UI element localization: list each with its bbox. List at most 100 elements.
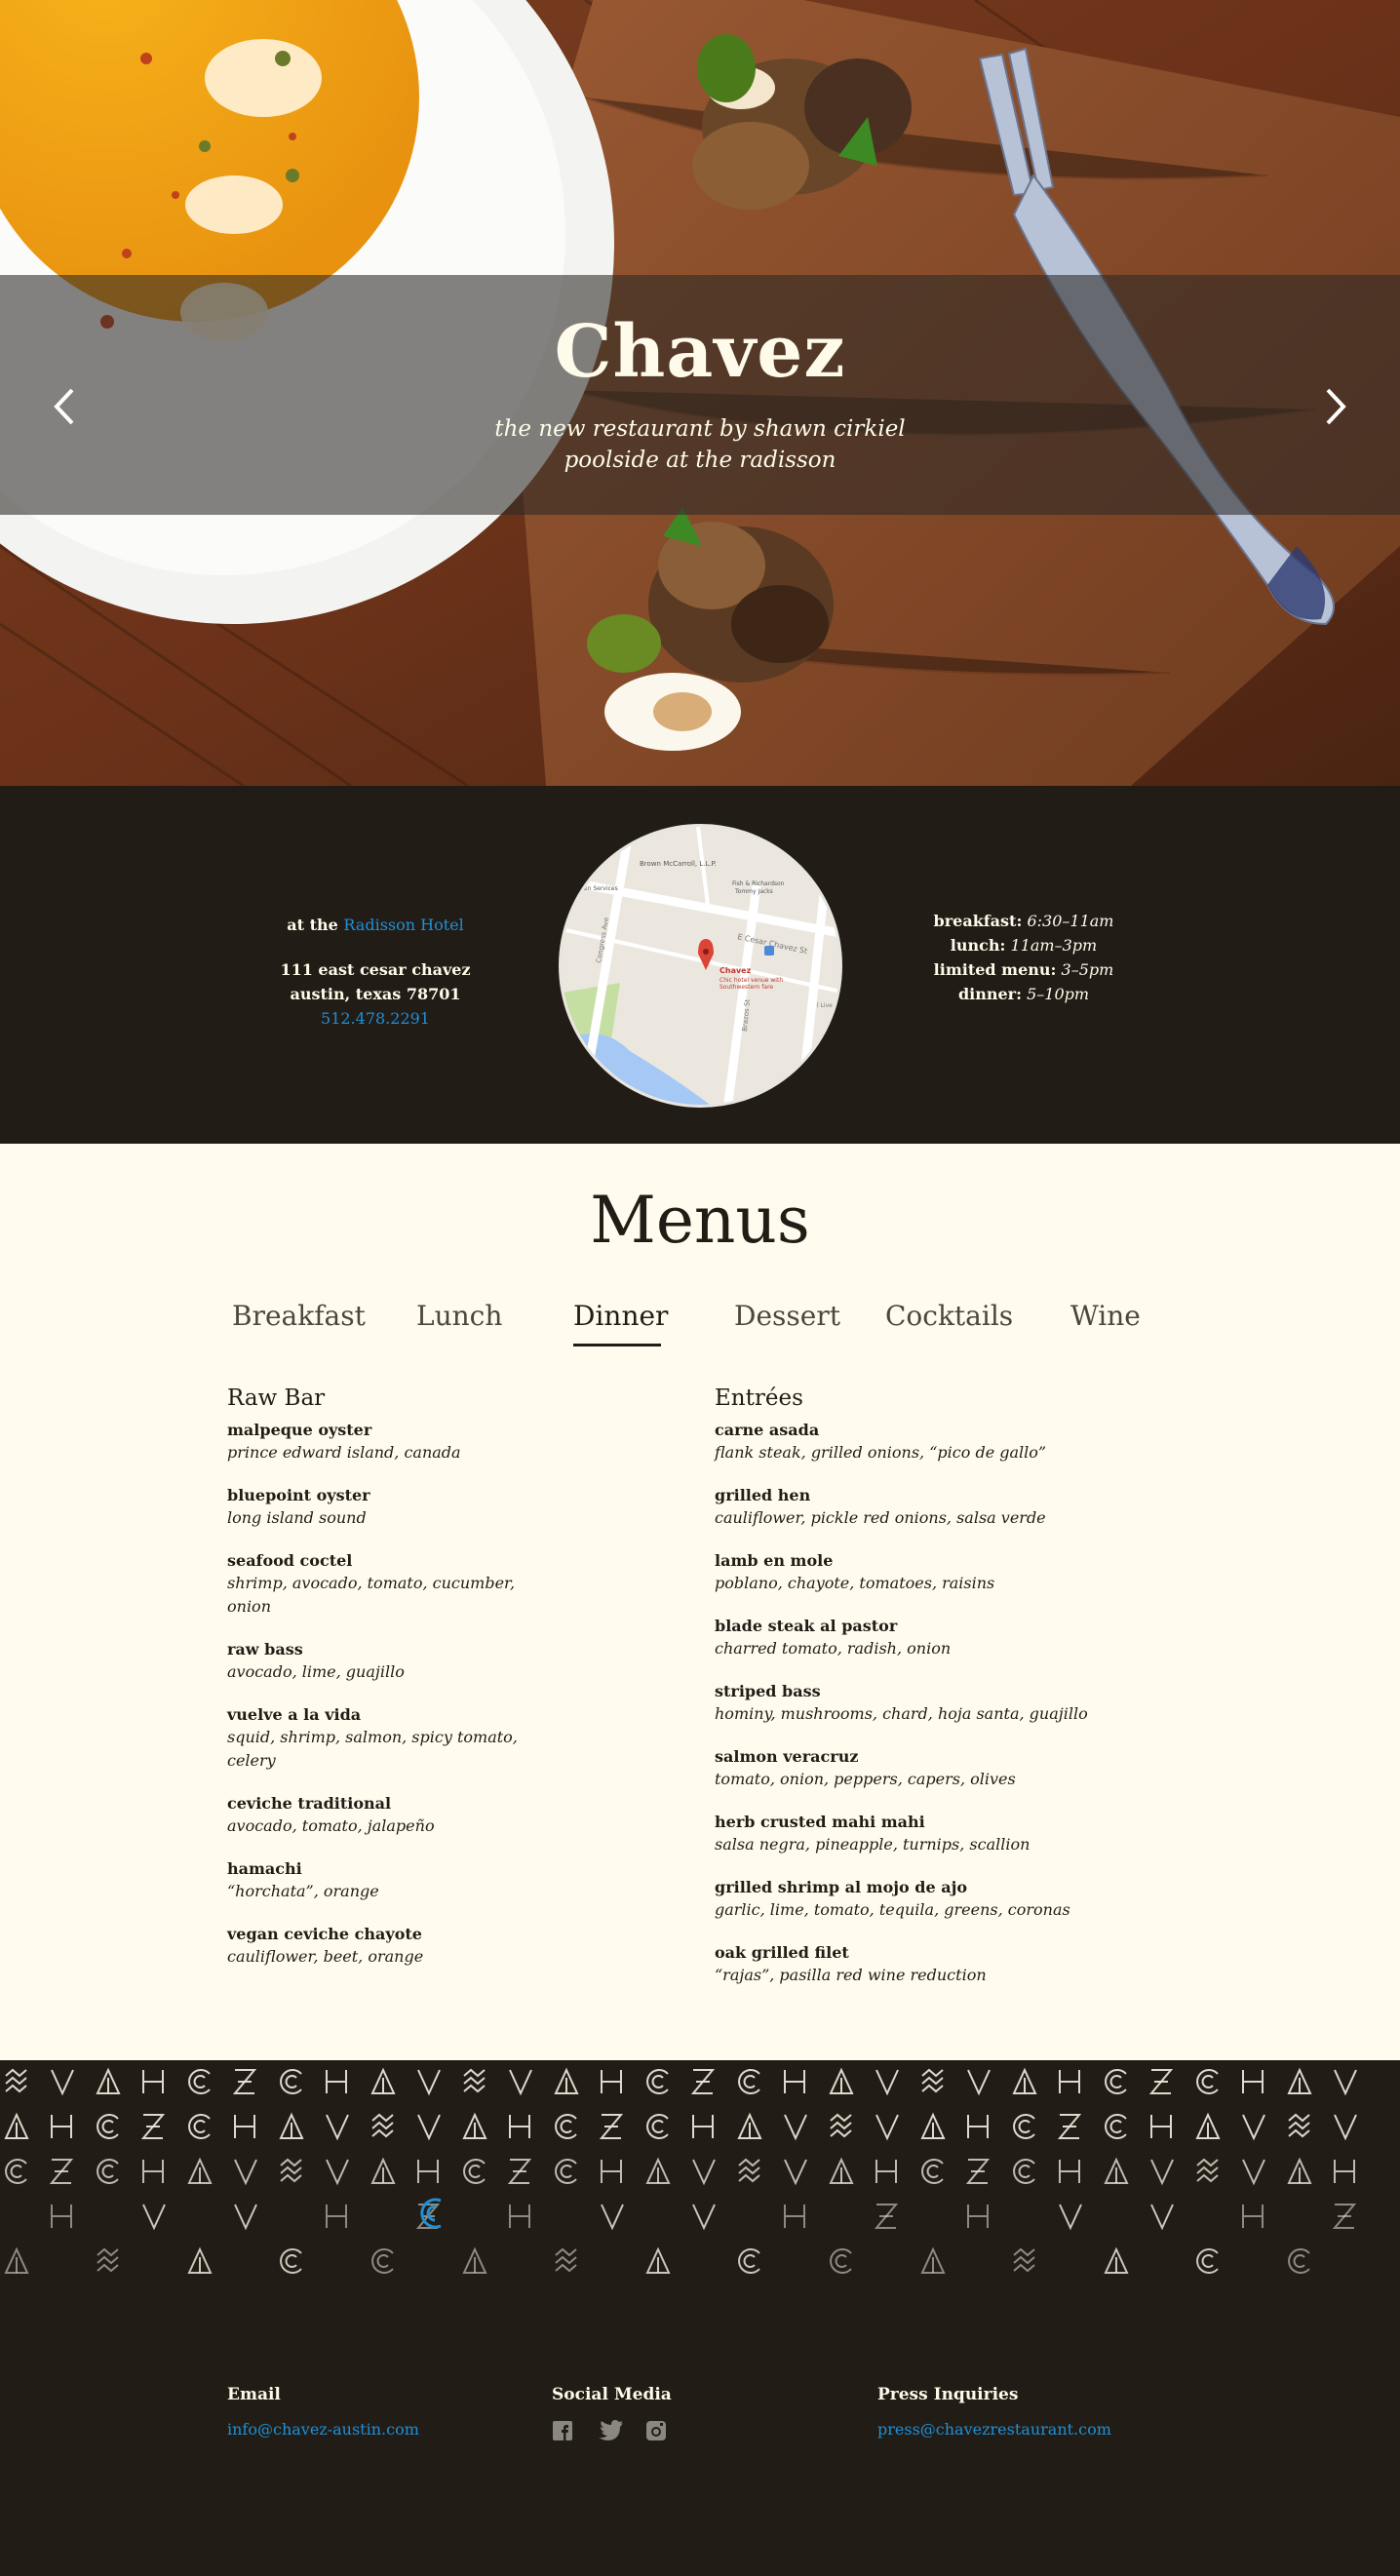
pattern-glyph xyxy=(875,2069,899,2096)
tab-wine[interactable]: Wine xyxy=(1070,1300,1141,1332)
pattern-glyph xyxy=(463,2068,486,2078)
footer: Email info@chavez-austin.com Social Medi… xyxy=(0,2060,1400,2576)
menu-item: striped bass hominy, mushrooms, chard, ho… xyxy=(715,1680,1183,1726)
phone-link[interactable]: 512.478.2291 xyxy=(321,1009,430,1028)
pattern-glyph xyxy=(1196,2173,1219,2183)
pattern-glyph xyxy=(921,2076,944,2086)
pattern-glyph xyxy=(280,2166,302,2175)
pattern-glyph xyxy=(926,2165,939,2178)
pattern-glyph xyxy=(692,2204,716,2231)
pattern-glyph xyxy=(1196,2166,1219,2175)
menu-item: vegan ceviche chayote cauliflower, beet, … xyxy=(227,1923,520,1969)
menu-item-name: bluepoint oyster xyxy=(227,1486,370,1504)
menu-item: grilled shrimp al mojo de ajo garlic, lim… xyxy=(715,1876,1183,1922)
pattern-glyph xyxy=(463,2159,486,2184)
pattern-glyph xyxy=(326,2159,349,2186)
hero-tagline-line-2: poolside at the radisson xyxy=(564,448,836,473)
tab-lunch[interactable]: Lunch xyxy=(416,1300,502,1332)
pattern-glyph xyxy=(234,2115,255,2138)
pattern-glyph xyxy=(738,2158,760,2167)
menu-item: herb crusted mahi mahi salsa negra, pinea… xyxy=(715,1811,1183,1856)
email-link[interactable]: info@chavez-austin.com xyxy=(227,2420,419,2439)
tab-dessert[interactable]: Dessert xyxy=(734,1300,840,1332)
pattern-glyph xyxy=(1013,2159,1035,2184)
menu-tabs: Breakfast Lunch Dinner Dessert Cocktails… xyxy=(213,1300,1187,1348)
map-label-1: Brown McCarroll, L.L.P. xyxy=(640,860,717,868)
email-heading: Email xyxy=(227,2385,281,2404)
pattern-glyph xyxy=(509,2069,532,2096)
pattern-glyph xyxy=(5,2084,27,2093)
tab-breakfast[interactable]: Breakfast xyxy=(232,1300,366,1332)
location-info-bar: at the Radisson Hotel 111 east cesar cha… xyxy=(0,786,1400,1144)
tab-cocktails[interactable]: Cocktails xyxy=(885,1300,1013,1332)
hours-value: 5–10pm xyxy=(1027,985,1090,1003)
facebook-icon[interactable] xyxy=(552,2420,581,2443)
pattern-glyph xyxy=(280,2069,302,2094)
pattern-glyph xyxy=(5,2076,27,2086)
pattern-glyph xyxy=(1288,2121,1310,2130)
hotel-link[interactable]: Radisson Hotel xyxy=(343,916,463,934)
pattern-glyph xyxy=(555,2255,577,2265)
pattern-glyph xyxy=(193,2075,206,2088)
pattern-glyph xyxy=(967,2115,989,2138)
twitter-icon[interactable] xyxy=(599,2420,628,2443)
menu-item-name: vuelve a la vida xyxy=(227,1705,362,1724)
slider-next-button[interactable] xyxy=(1316,382,1355,431)
pattern-glyph xyxy=(1013,2263,1035,2273)
press-email-link[interactable]: press@chavezrestaurant.com xyxy=(877,2420,1111,2439)
pattern-glyph xyxy=(1201,2254,1214,2268)
pattern-glyph xyxy=(967,2069,991,2096)
pattern-glyph xyxy=(1334,2114,1357,2141)
menu-item-desc: avocado, lime, guajillo xyxy=(227,1662,405,1681)
pattern-glyph xyxy=(51,2205,72,2228)
address-line-2: austin, texas 78701 xyxy=(290,985,461,1003)
location-map[interactable]: Brown McCarroll, L.L.P. Fish & Richardso… xyxy=(559,824,842,1108)
menu-item-desc: cauliflower, beet, orange xyxy=(227,1947,424,1966)
menu-item-desc: poblano, chayote, tomatoes, raisins xyxy=(715,1574,995,1592)
pattern-glyph xyxy=(1109,2075,1122,2088)
map-pin-desc-2: Southwestern fare xyxy=(719,984,773,991)
pattern-glyph xyxy=(1196,2069,1219,2094)
pattern-glyph xyxy=(784,2205,805,2228)
pattern-glyph xyxy=(692,2159,716,2186)
pattern-glyph xyxy=(97,2159,119,2184)
menu-item: grilled hen cauliflower, pickle red onion… xyxy=(715,1484,1183,1530)
menu-item-desc: tomato, onion, peppers, capers, olives xyxy=(715,1770,1016,1788)
pattern-glyph xyxy=(376,2254,389,2268)
map-label-2: Fish & Richardson xyxy=(732,880,785,887)
menu-item-desc: squid, shrimp, salmon, spicy tomato, cel… xyxy=(227,1728,518,1770)
pattern-glyph xyxy=(1150,2159,1174,2186)
menu-item-name: blade steak al pastor xyxy=(715,1617,898,1635)
pattern-glyph xyxy=(417,2114,441,2141)
pattern-glyph xyxy=(1196,2248,1219,2274)
tab-dinner[interactable]: Dinner xyxy=(573,1300,668,1332)
menu-item-desc: prince edward island, canada xyxy=(227,1443,461,1462)
pattern-glyph xyxy=(1109,2120,1122,2133)
map-label-3: Tommy Jacks xyxy=(734,888,773,895)
site-title: Chavez xyxy=(554,310,846,394)
pattern-glyph xyxy=(326,2205,347,2228)
pattern-glyph xyxy=(371,2128,394,2138)
address-line-1: 111 east cesar chavez xyxy=(280,960,471,979)
pattern-glyph xyxy=(1059,2070,1080,2093)
pattern-glyph xyxy=(193,2120,206,2133)
pattern-glyph xyxy=(1013,2114,1035,2139)
pattern-glyph xyxy=(738,2069,760,2094)
pattern-glyph xyxy=(1150,2115,1172,2138)
menu-item-desc: “rajas”, pasilla red wine reduction xyxy=(715,1966,987,1984)
menu-item-desc: salsa negra, pineapple, turnips, scallio… xyxy=(715,1835,1031,1854)
pattern-glyph xyxy=(1334,2069,1357,2096)
pattern-glyph xyxy=(1242,2205,1264,2228)
menu-item-name: malpeque oyster xyxy=(227,1421,372,1439)
slider-prev-button[interactable] xyxy=(45,382,84,431)
pattern-glyph xyxy=(1293,2254,1305,2268)
pattern-glyph xyxy=(921,2159,944,2184)
instagram-icon[interactable] xyxy=(645,2420,675,2443)
entrees-column: Entrées carne asada flank steak, grilled … xyxy=(715,1386,1183,2007)
menu-item-name: hamachi xyxy=(227,1859,302,1878)
map-edge-label: l Live ! xyxy=(817,1002,836,1009)
pattern-glyph xyxy=(1196,2158,1219,2167)
pattern-glyph xyxy=(326,2114,349,2141)
menu-item: salmon veracruz tomato, onion, peppers, c… xyxy=(715,1745,1183,1791)
press-heading: Press Inquiries xyxy=(877,2385,1019,2404)
